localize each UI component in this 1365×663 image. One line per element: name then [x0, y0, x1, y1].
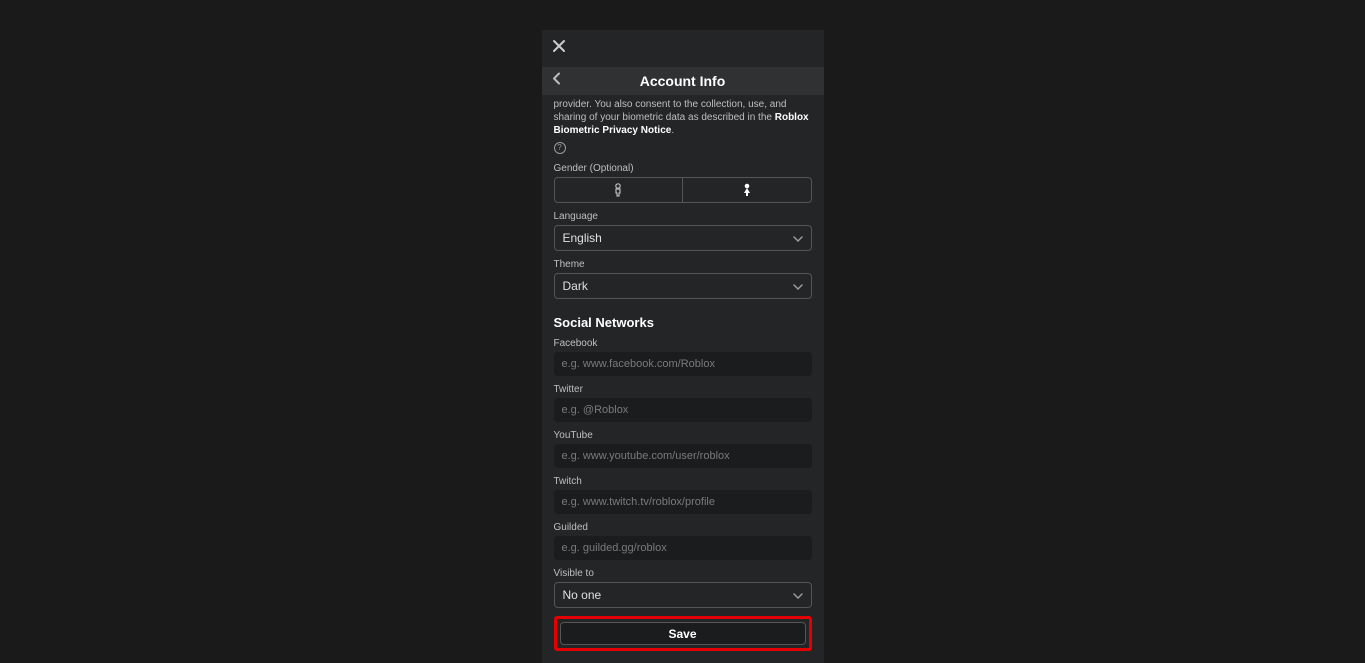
facebook-label: Facebook — [554, 338, 812, 349]
back-icon[interactable] — [552, 72, 561, 91]
twitch-label: Twitch — [554, 476, 812, 487]
male-icon — [613, 183, 623, 197]
gender-male-button[interactable] — [555, 178, 684, 202]
youtube-input[interactable] — [554, 444, 812, 468]
consent-text-part: provider. You also consent to the collec… — [554, 99, 787, 123]
save-button[interactable]: Save — [560, 622, 806, 645]
language-select[interactable]: English — [554, 225, 812, 251]
chevron-down-icon — [793, 229, 803, 247]
chevron-down-icon — [793, 277, 803, 295]
youtube-label: YouTube — [554, 430, 812, 441]
modal-content: provider. You also consent to the collec… — [542, 95, 824, 663]
visible-to-label: Visible to — [554, 568, 812, 579]
twitter-input[interactable] — [554, 398, 812, 422]
account-info-modal: Account Info provider. You also consent … — [542, 30, 824, 663]
consent-period: . — [671, 125, 674, 136]
female-icon — [742, 183, 752, 197]
language-label: Language — [554, 211, 812, 222]
guilded-label: Guilded — [554, 522, 812, 533]
visible-to-select[interactable]: No one — [554, 582, 812, 608]
chevron-down-icon — [793, 586, 803, 604]
modal-topbar — [542, 30, 824, 67]
theme-label: Theme — [554, 259, 812, 270]
page-title: Account Info — [640, 73, 726, 89]
facebook-input[interactable] — [554, 352, 812, 376]
social-networks-title: Social Networks — [554, 315, 812, 330]
consent-text: provider. You also consent to the collec… — [554, 98, 812, 137]
visible-to-value: No one — [563, 588, 602, 602]
language-value: English — [563, 231, 602, 245]
gender-label: Gender (Optional) — [554, 163, 812, 174]
guilded-input[interactable] — [554, 536, 812, 560]
theme-select[interactable]: Dark — [554, 273, 812, 299]
gender-selector — [554, 177, 812, 203]
modal-header: Account Info — [542, 67, 824, 95]
twitch-input[interactable] — [554, 490, 812, 514]
theme-value: Dark — [563, 279, 588, 293]
twitter-label: Twitter — [554, 384, 812, 395]
gender-female-button[interactable] — [683, 178, 811, 202]
save-highlight: Save — [554, 616, 812, 651]
close-icon[interactable] — [552, 39, 566, 58]
help-icon[interactable]: ? — [554, 142, 566, 154]
